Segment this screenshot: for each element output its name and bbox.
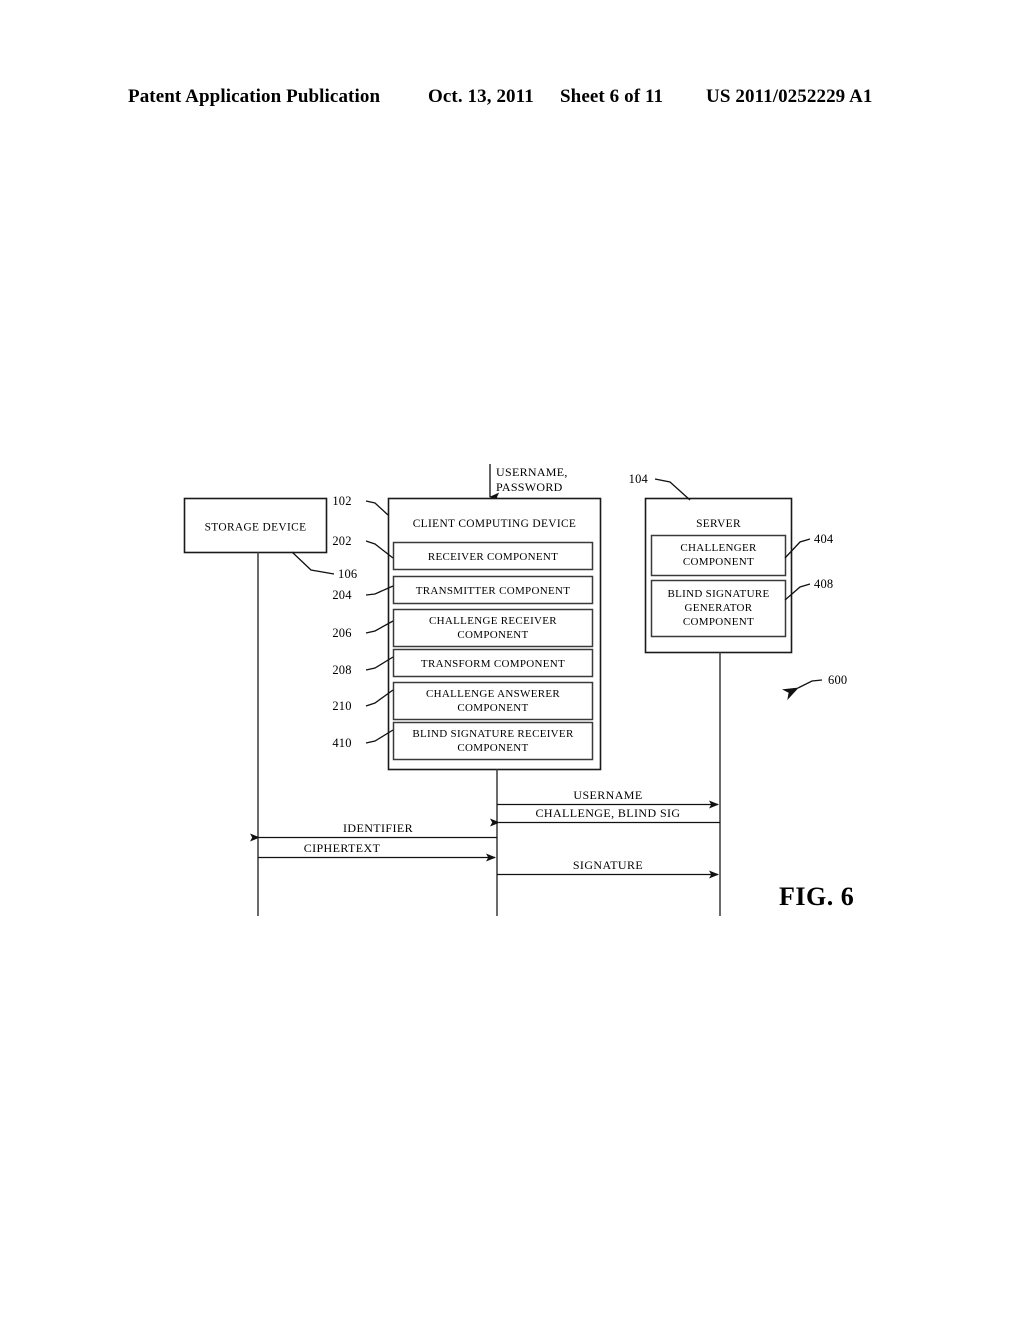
reference-404: 404 bbox=[784, 532, 834, 559]
component-blind-signature-receiver[interactable]: BLIND SIGNATURE RECEIVER COMPONENT bbox=[392, 721, 594, 761]
message-challenge-blind-sig-label: CHALLENGE, BLIND SIG bbox=[536, 806, 681, 820]
reference-600: 600 bbox=[781, 673, 847, 701]
server-node[interactable]: SERVER CHALLENGER COMPONENT BLIND SIGNAT… bbox=[644, 497, 793, 654]
component-transform[interactable]: TRANSFORM COMPONENT bbox=[392, 648, 594, 678]
message-identifier-label: IDENTIFIER bbox=[343, 821, 413, 835]
reference-104: 104 bbox=[629, 472, 691, 501]
message-username-label: USERNAME bbox=[573, 788, 642, 802]
figure-label: FIG. 6 bbox=[779, 882, 855, 911]
component-transmitter[interactable]: TRANSMITTER COMPONENT bbox=[392, 575, 594, 605]
reference-106-label: 106 bbox=[338, 567, 357, 581]
client-computing-device-node[interactable]: CLIENT COMPUTING DEVICE RECEIVER COMPONE… bbox=[387, 497, 602, 771]
reference-202-label: 202 bbox=[332, 534, 351, 548]
component-blind-signature-receiver-label-line2: COMPONENT bbox=[457, 742, 528, 754]
component-challenge-receiver-label: CHALLENGE RECEIVER bbox=[429, 615, 557, 627]
figure-6-diagram: USERNAME, PASSWORD STORAGE DEVICE 106 CL… bbox=[0, 0, 1024, 1320]
storage-device-title: STORAGE DEVICE bbox=[205, 522, 307, 534]
message-username: USERNAME bbox=[497, 788, 719, 809]
component-receiver[interactable]: RECEIVER COMPONENT bbox=[392, 541, 594, 571]
reference-600-label: 600 bbox=[828, 673, 847, 687]
component-blind-signature-generator-label: BLIND SIGNATURE bbox=[668, 588, 770, 600]
component-receiver-label: RECEIVER COMPONENT bbox=[428, 551, 558, 563]
component-challenge-answerer[interactable]: CHALLENGE ANSWERER COMPONENT bbox=[392, 681, 594, 721]
storage-device-node[interactable]: STORAGE DEVICE bbox=[183, 497, 328, 554]
component-challenger[interactable]: CHALLENGER COMPONENT bbox=[650, 534, 787, 577]
reference-210: 210 bbox=[332, 689, 394, 713]
component-challenge-receiver[interactable]: CHALLENGE RECEIVER COMPONENT bbox=[392, 608, 594, 648]
message-challenge-blind-sig: CHALLENGE, BLIND SIG bbox=[490, 806, 720, 827]
reference-208-label: 208 bbox=[332, 663, 351, 677]
component-transform-label: TRANSFORM COMPONENT bbox=[421, 658, 565, 670]
component-challenger-label-line2: COMPONENT bbox=[683, 556, 754, 568]
message-ciphertext-label: CIPHERTEXT bbox=[304, 841, 381, 855]
client-computing-device-title: CLIENT COMPUTING DEVICE bbox=[413, 518, 577, 530]
input-username-password-arrow: USERNAME, PASSWORD bbox=[489, 464, 568, 502]
reference-408-label: 408 bbox=[814, 577, 833, 591]
reference-102: 102 bbox=[332, 494, 389, 516]
reference-206: 206 bbox=[332, 620, 394, 640]
input-arrow-label-line1: USERNAME, bbox=[496, 465, 568, 479]
reference-410-label: 410 bbox=[332, 736, 351, 750]
reference-104-label: 104 bbox=[629, 472, 649, 486]
reference-404-label: 404 bbox=[814, 532, 834, 546]
component-transmitter-label: TRANSMITTER COMPONENT bbox=[416, 585, 571, 597]
reference-102-label: 102 bbox=[332, 494, 351, 508]
component-blind-signature-generator-label-line3: COMPONENT bbox=[683, 616, 754, 628]
reference-204-label: 204 bbox=[332, 588, 352, 602]
reference-208: 208 bbox=[332, 656, 394, 677]
reference-410: 410 bbox=[332, 729, 394, 750]
server-title: SERVER bbox=[696, 518, 741, 530]
reference-206-label: 206 bbox=[332, 626, 351, 640]
reference-210-label: 210 bbox=[332, 699, 351, 713]
message-signature: SIGNATURE bbox=[497, 858, 719, 879]
message-identifier: IDENTIFIER bbox=[250, 821, 497, 842]
message-signature-label: SIGNATURE bbox=[573, 858, 643, 872]
component-challenge-answerer-label-line2: COMPONENT bbox=[457, 702, 528, 714]
reference-106: 106 bbox=[291, 551, 357, 581]
reference-202: 202 bbox=[332, 534, 394, 559]
component-challenge-receiver-label-line2: COMPONENT bbox=[457, 629, 528, 641]
component-blind-signature-generator-label-line2: GENERATOR bbox=[685, 602, 753, 614]
component-blind-signature-receiver-label: BLIND SIGNATURE RECEIVER bbox=[412, 728, 574, 740]
component-challenge-answerer-label: CHALLENGE ANSWERER bbox=[426, 688, 560, 700]
reference-204: 204 bbox=[332, 585, 394, 602]
message-ciphertext: CIPHERTEXT bbox=[258, 841, 496, 862]
input-arrow-label-line2: PASSWORD bbox=[496, 480, 563, 494]
component-blind-signature-generator[interactable]: BLIND SIGNATURE GENERATOR COMPONENT bbox=[650, 579, 787, 638]
component-challenger-label: CHALLENGER bbox=[680, 542, 757, 554]
patent-drawing-page: Patent Application Publication Oct. 13, … bbox=[0, 0, 1024, 1320]
